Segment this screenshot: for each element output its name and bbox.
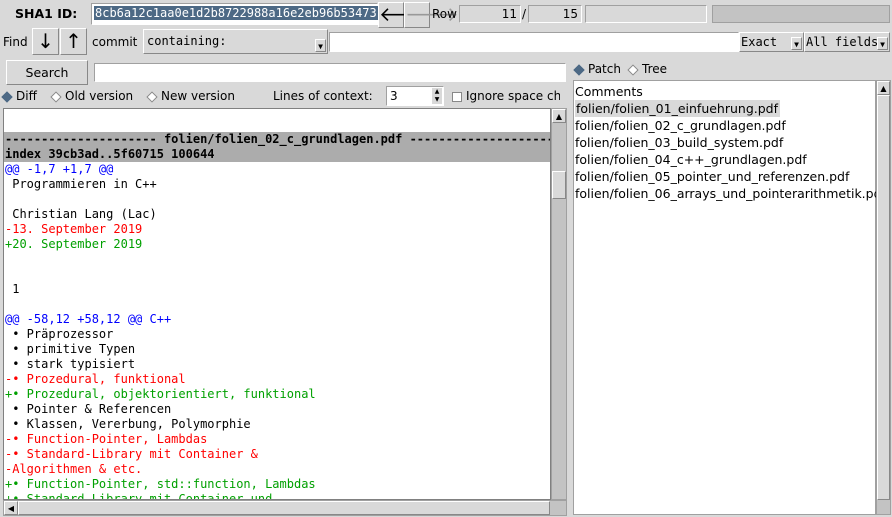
diff-line-add: +20. September 2019 — [5, 237, 143, 251]
checkbox-icon — [452, 91, 462, 102]
diff-line-context: • Pointer & Referencen — [5, 402, 172, 416]
chevron-down-icon: ▼ — [877, 37, 888, 50]
radio-icon — [627, 63, 639, 76]
old-version-radio[interactable]: Old version — [49, 89, 133, 103]
context-spinbox[interactable]: 3 ▲ ▼ — [386, 86, 444, 106]
diff-vertical-scrollbar[interactable]: ▲ — [551, 108, 567, 500]
radio-selected-icon — [573, 63, 585, 76]
find-next-button[interactable]: ↓ — [32, 28, 59, 55]
diff-view[interactable]: --------------------- folien/folien_02_c… — [3, 108, 551, 500]
diff-line-hunk: @@ -58,12 +58,12 @@ C++ — [5, 312, 172, 326]
file-item[interactable]: folien/folien_05_pointer_und_referenzen.… — [574, 168, 875, 185]
diff-line-add: +• Standard-Library mit Container und — [5, 492, 273, 500]
diff-line-context: Programmieren in C++ — [5, 177, 157, 191]
diff-line-header: index 39cb3ad..5f60715 100644 — [4, 147, 550, 162]
radio-selected-icon — [1, 90, 13, 103]
comments-item[interactable]: Comments — [574, 83, 875, 100]
diff-line-context: • stark typisiert — [5, 357, 136, 371]
tree-radio[interactable]: Tree — [626, 62, 667, 76]
diff-line-context — [4, 192, 550, 207]
diff-line-del: -• Standard-Library mit Container & — [5, 447, 258, 461]
diff-line-context: • Klassen, Vererbung, Polymorphie — [5, 417, 251, 431]
spin-arrows-icon[interactable]: ▲ ▼ — [432, 88, 442, 104]
find-prev-button[interactable]: ↑ — [60, 28, 87, 55]
new-version-radio[interactable]: New version — [145, 89, 235, 103]
diff-line-context — [4, 252, 550, 267]
chevron-down-icon: ▼ — [315, 39, 326, 52]
row-separator: / — [522, 7, 527, 21]
diff-line-del: -• Function-Pointer, Lambdas — [5, 432, 208, 446]
scroll-left-icon[interactable]: ◀ — [4, 501, 18, 515]
scroll-thumb[interactable] — [552, 171, 566, 199]
diff-line-context: Christian Lang (Lac) — [5, 207, 157, 221]
scroll-thumb[interactable] — [877, 95, 890, 500]
progress-bar — [712, 5, 890, 23]
context-label: Lines of context: — [273, 89, 373, 103]
file-item[interactable]: folien/folien_06_arrays_und_pointerarith… — [574, 185, 886, 202]
scroll-up-icon[interactable]: ▲ — [877, 81, 890, 95]
chevron-down-icon: ▼ — [791, 37, 802, 50]
sha1-input[interactable]: 8cb6a12c1aa0e1d2b8722988a16e2eb96b534731 — [91, 3, 385, 25]
diff-line-context — [4, 267, 550, 282]
arrow-down-icon: ↓ — [37, 29, 54, 53]
diff-line-del: -Algorithmen & etc. — [5, 462, 143, 476]
row-label: Row — [432, 7, 457, 21]
scroll-up-icon[interactable]: ▲ — [552, 109, 566, 123]
diff-line-add: +• Prozedural, objektorientiert, funktio… — [5, 387, 316, 401]
diff-radio[interactable]: Diff — [0, 89, 37, 103]
file-list[interactable]: Comments folien/folien_01_einfuehrung.pdf… — [573, 80, 886, 515]
back-button[interactable]: 🡐 — [378, 2, 433, 28]
find-input[interactable] — [329, 32, 739, 52]
commit-label: commit — [92, 35, 138, 49]
patch-radio[interactable]: Patch — [572, 62, 621, 76]
file-item[interactable]: folien/folien_04_c++_grundlagen.pdf — [574, 151, 875, 168]
diff-line-context — [4, 117, 550, 132]
fields-dropdown[interactable]: All fields ▼ — [804, 32, 890, 52]
diff-line-context: • primitive Typen — [5, 342, 136, 356]
forward-button[interactable]: 🡒 — [404, 2, 459, 28]
diff-horizontal-scrollbar[interactable]: ◀ — [3, 500, 567, 516]
diff-line-context: 1 — [5, 282, 20, 296]
search-button[interactable]: Search — [6, 60, 88, 85]
find-mode-dropdown[interactable]: containing: ▼ — [143, 29, 328, 54]
arrow-up-icon: ↑ — [65, 29, 82, 53]
search-input[interactable] — [94, 63, 566, 82]
scroll-thumb[interactable] — [18, 501, 550, 515]
file-item[interactable]: folien/folien_03_build_system.pdf — [574, 134, 875, 151]
ignore-space-checkbox[interactable]: Ignore space ch — [452, 89, 560, 103]
diff-line-add: +• Function-Pointer, std::function, Lamb… — [5, 477, 316, 491]
sha1-label: SHA1 ID: — [15, 6, 78, 21]
radio-icon — [146, 90, 158, 103]
file-item[interactable]: folien/folien_01_einfuehrung.pdf — [574, 100, 875, 117]
find-label: Find — [3, 35, 28, 49]
diff-line-hunk: @@ -1,7 +1,7 @@ — [5, 162, 114, 176]
radio-icon — [50, 90, 62, 103]
diff-line-context: • Präprozessor — [5, 327, 114, 341]
file-item[interactable]: folien/folien_02_c_grundlagen.pdf — [574, 117, 875, 134]
diff-line-header: --------------------- folien/folien_02_c… — [4, 132, 551, 147]
status-field — [585, 5, 707, 23]
row-total: 15 — [528, 5, 582, 23]
diff-line-del: -• Prozedural, funktional — [5, 372, 186, 386]
match-dropdown[interactable]: Exact ▼ — [739, 32, 804, 52]
row-current: 11 — [459, 5, 521, 23]
file-list-scrollbar[interactable]: ▲ — [876, 80, 891, 515]
diff-line-del: -13. September 2019 — [5, 222, 143, 236]
diff-line-context — [4, 297, 550, 312]
